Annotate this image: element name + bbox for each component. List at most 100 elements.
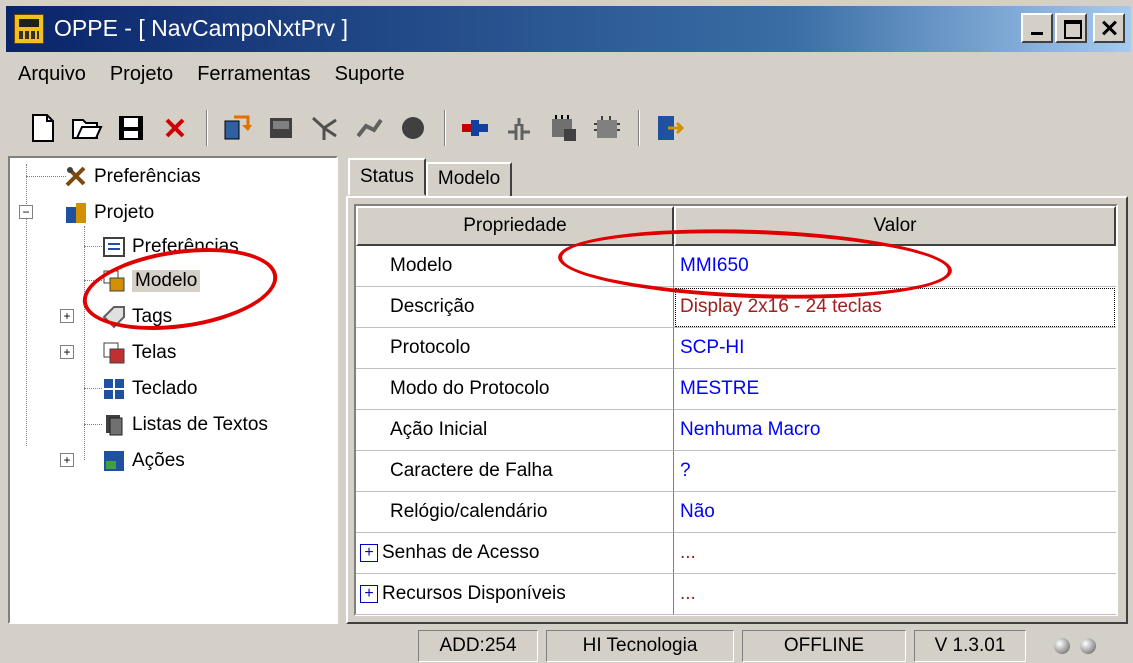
- status-bar: ADD:254 HI Tecnologia OFFLINE V 1.3.01: [6, 630, 1131, 662]
- close-button[interactable]: [1093, 13, 1125, 43]
- screens-icon: [102, 341, 126, 365]
- chip-icon[interactable]: [590, 111, 624, 145]
- property-value[interactable]: MESTRE: [674, 369, 1116, 410]
- toolbar-separator: [444, 110, 446, 146]
- property-value[interactable]: ?: [674, 451, 1116, 492]
- table-row[interactable]: Relógio/calendário Não: [356, 492, 1116, 533]
- window-controls: [1021, 13, 1125, 43]
- delete-icon[interactable]: [158, 111, 192, 145]
- property-name: Recursos Disponíveis: [382, 583, 566, 604]
- tab-strip: Status Modelo: [348, 158, 513, 198]
- network-icon[interactable]: [308, 111, 342, 145]
- tree-item-modelo[interactable]: Modelo: [102, 266, 201, 296]
- tree-line: [84, 246, 102, 247]
- expand-toggle[interactable]: +: [60, 309, 74, 323]
- tree-item-tags[interactable]: Tags: [102, 302, 172, 332]
- property-value[interactable]: Nenhuma Macro: [674, 410, 1116, 451]
- table-row[interactable]: + Recursos Disponíveis ...: [356, 574, 1116, 615]
- toolbar-separator: [638, 110, 640, 146]
- property-grid: Propriedade Valor Modelo MMI650 Descriçã…: [354, 204, 1118, 616]
- tree-item-label: Modelo: [132, 270, 201, 292]
- property-group: + Senhas de Acesso: [356, 533, 674, 574]
- collapse-toggle[interactable]: −: [19, 205, 33, 219]
- project-icon: [64, 201, 88, 225]
- record-icon[interactable]: [396, 111, 430, 145]
- property-value[interactable]: Não: [674, 492, 1116, 533]
- tab-modelo[interactable]: Modelo: [425, 162, 513, 198]
- menu-bar: Arquivo Projeto Ferramentas Suporte: [6, 58, 417, 94]
- tree-item-label: Teclado: [132, 378, 198, 399]
- tree-item-label: Listas de Textos: [132, 414, 268, 435]
- property-value[interactable]: ...: [674, 574, 1116, 615]
- tools-icon: [64, 165, 88, 189]
- tree-item-preferencias[interactable]: Preferências: [64, 162, 201, 192]
- property-name: Descrição: [356, 287, 674, 328]
- keyboard-icon: [102, 377, 126, 401]
- disconnect-icon[interactable]: [502, 111, 536, 145]
- property-value[interactable]: Display 2x16 - 24 teclas: [674, 287, 1116, 328]
- model-icon: [102, 269, 126, 293]
- table-row[interactable]: Caractere de Falha ?: [356, 451, 1116, 492]
- menu-ferramentas[interactable]: Ferramentas: [185, 58, 322, 94]
- tree-item-telas[interactable]: Telas: [102, 338, 176, 368]
- minimize-button[interactable]: [1021, 13, 1053, 43]
- status-led-icon: [1080, 638, 1096, 654]
- table-row[interactable]: Descrição Display 2x16 - 24 teclas: [356, 287, 1116, 328]
- title-bar[interactable]: OPPE - [ NavCampoNxtPrv ]: [6, 6, 1131, 52]
- tree-line: [26, 176, 66, 177]
- memory-icon[interactable]: [546, 111, 580, 145]
- new-file-icon[interactable]: [26, 111, 60, 145]
- text-list-icon: [102, 413, 126, 437]
- transfer-icon[interactable]: [220, 111, 254, 145]
- property-name: Modo do Protocolo: [356, 369, 674, 410]
- project-tree: Preferências − Projeto Preferências Mode…: [8, 156, 338, 624]
- expand-toggle[interactable]: +: [60, 453, 74, 467]
- tags-icon: [102, 305, 126, 329]
- expand-group-icon[interactable]: +: [360, 585, 378, 603]
- property-name: Ação Inicial: [356, 410, 674, 451]
- property-value[interactable]: SCP-HI: [674, 328, 1116, 369]
- tree-item-projeto[interactable]: Projeto: [64, 198, 154, 228]
- expand-group-icon[interactable]: +: [360, 544, 378, 562]
- tree-item-listas-de-textos[interactable]: Listas de Textos: [102, 410, 268, 440]
- device-icon[interactable]: [264, 111, 298, 145]
- menu-arquivo[interactable]: Arquivo: [6, 58, 98, 94]
- menu-suporte[interactable]: Suporte: [323, 58, 417, 94]
- tree-item-label: Preferências: [94, 166, 201, 187]
- property-value[interactable]: ...: [674, 533, 1116, 574]
- property-name: Caractere de Falha: [356, 451, 674, 492]
- status-address: ADD:254: [418, 630, 538, 662]
- property-value[interactable]: MMI650: [674, 246, 1116, 287]
- table-row[interactable]: Ação Inicial Nenhuma Macro: [356, 410, 1116, 451]
- expand-toggle[interactable]: +: [60, 345, 74, 359]
- status-version: V 1.3.01: [914, 630, 1026, 662]
- tree-line: [84, 280, 102, 281]
- tree-item-preferencias-projeto[interactable]: Preferências: [102, 232, 239, 262]
- exit-icon[interactable]: [652, 111, 686, 145]
- column-header-property[interactable]: Propriedade: [356, 206, 674, 246]
- status-connection: OFFLINE: [742, 630, 906, 662]
- plug-icon[interactable]: [458, 111, 492, 145]
- open-folder-icon[interactable]: [70, 111, 104, 145]
- table-row[interactable]: + Senhas de Acesso ...: [356, 533, 1116, 574]
- menu-projeto[interactable]: Projeto: [98, 58, 185, 94]
- tab-status[interactable]: Status: [348, 158, 426, 196]
- tree-item-label: Preferências: [132, 236, 239, 257]
- maximize-button[interactable]: [1055, 13, 1087, 43]
- save-icon[interactable]: [114, 111, 148, 145]
- app-window: OPPE - [ NavCampoNxtPrv ] Arquivo Projet…: [0, 0, 1133, 663]
- tree-item-teclado[interactable]: Teclado: [102, 374, 198, 404]
- toolbar: [6, 102, 1131, 154]
- table-row[interactable]: Protocolo SCP-HI: [356, 328, 1116, 369]
- actions-icon: [102, 449, 126, 473]
- table-row[interactable]: Modo do Protocolo MESTRE: [356, 369, 1116, 410]
- tree-item-label: Tags: [132, 306, 173, 327]
- grid-header: Propriedade Valor: [356, 206, 1116, 246]
- property-group: + Recursos Disponíveis: [356, 574, 674, 615]
- tree-line: [84, 388, 102, 389]
- table-row[interactable]: Modelo MMI650: [356, 246, 1116, 287]
- column-header-value[interactable]: Valor: [674, 206, 1116, 246]
- tree-item-acoes[interactable]: Ações: [102, 446, 185, 476]
- connect-icon[interactable]: [352, 111, 386, 145]
- tree-line: [84, 424, 102, 425]
